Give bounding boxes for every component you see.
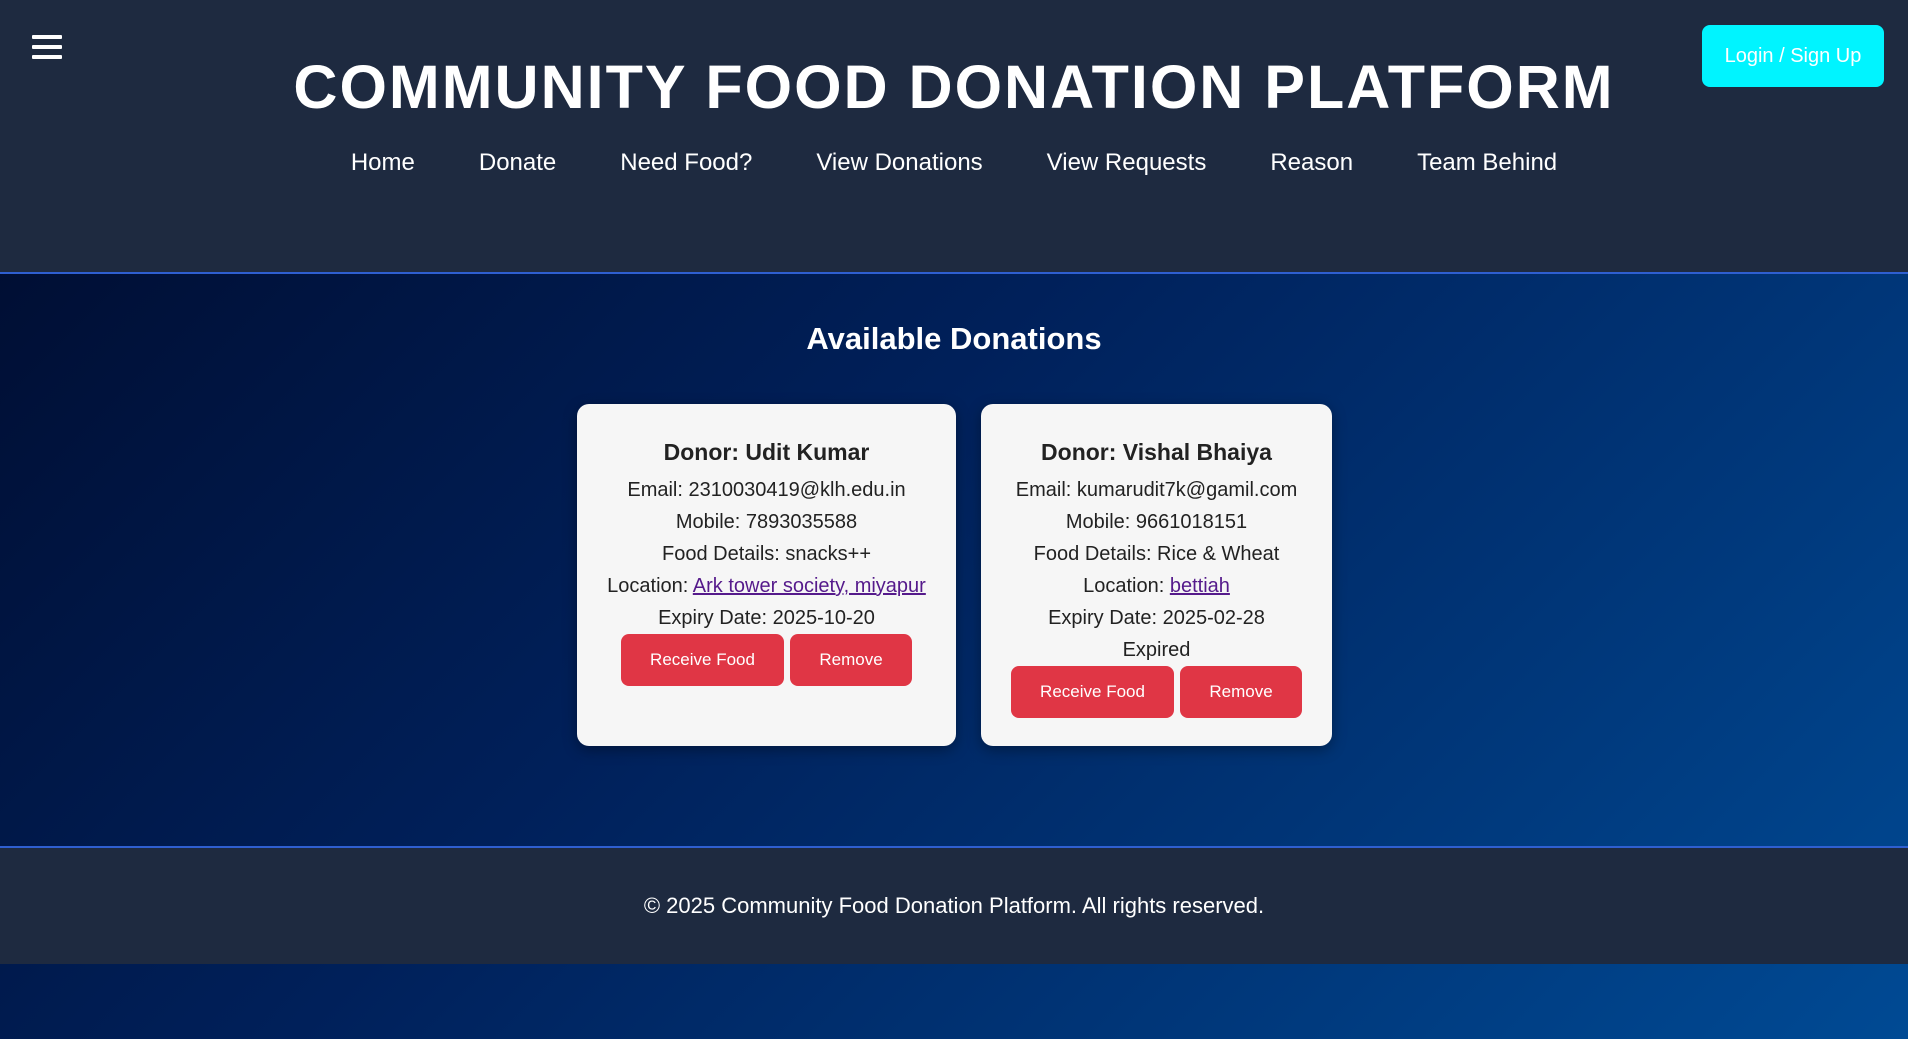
nav-link-donate[interactable]: Donate [479,149,556,177]
location-label: Location: [607,575,693,597]
donations-section: Available Donations Donor: Udit Kumar Em… [0,276,1908,846]
donor-email: Email: 2310030419@klh.edu.in [627,479,906,501]
location-link[interactable]: Ark tower society, miyapur [693,575,926,597]
main-nav: Home Donate Need Food? View Donations Vi… [0,149,1908,177]
receive-food-button[interactable]: Receive Food [621,634,784,686]
location-link[interactable]: bettiah [1170,575,1230,597]
card-actions: Receive Food Remove [981,666,1332,718]
card-actions: Receive Food Remove [577,634,956,686]
donor-mobile: Mobile: 9661018151 [1065,511,1248,533]
expired-status: Expired [1122,639,1191,661]
site-header: COMMUNITY FOOD DONATION PLATFORM Login /… [0,0,1908,274]
nav-link-reason[interactable]: Reason [1270,149,1353,177]
location-label: Location: [1083,575,1170,597]
nav-link-home[interactable]: Home [351,149,415,177]
food-details: Food Details: snacks++ [662,543,871,565]
food-details: Food Details: Rice & Wheat [1033,543,1280,565]
receive-food-button[interactable]: Receive Food [1011,666,1174,718]
donor-location: Location: bettiah [981,570,1332,602]
nav-link-view-requests[interactable]: View Requests [1047,149,1207,177]
nav-link-need-food[interactable]: Need Food? [620,149,752,177]
donation-card: Donor: Udit Kumar Email: 2310030419@klh.… [577,404,956,746]
site-footer: © 2025 Community Food Donation Platform.… [0,846,1908,964]
remove-button[interactable]: Remove [1180,666,1302,718]
donation-card: Donor: Vishal Bhaiya Email: kumarudit7k@… [981,404,1332,746]
site-title: COMMUNITY FOOD DONATION PLATFORM [293,53,1615,121]
remove-button[interactable]: Remove [790,634,912,686]
donor-location: Location: Ark tower society, miyapur [577,570,956,602]
expiry-date: Expiry Date: 2025-10-20 [658,607,875,629]
nav-link-view-donations[interactable]: View Donations [816,149,982,177]
donor-email: Email: kumarudit7k@gamil.com [1015,479,1298,501]
donor-name: Donor: Udit Kumar [663,439,870,465]
expiry-date: Expiry Date: 2025-02-28 [1048,607,1265,629]
donor-name: Donor: Vishal Bhaiya [1041,439,1272,465]
nav-link-team-behind[interactable]: Team Behind [1417,149,1557,177]
copyright-text: © 2025 Community Food Donation Platform.… [643,893,1265,918]
donor-mobile: Mobile: 7893035588 [675,511,858,533]
login-signup-button[interactable]: Login / Sign Up [1702,25,1884,87]
section-title: Available Donations [806,321,1102,356]
